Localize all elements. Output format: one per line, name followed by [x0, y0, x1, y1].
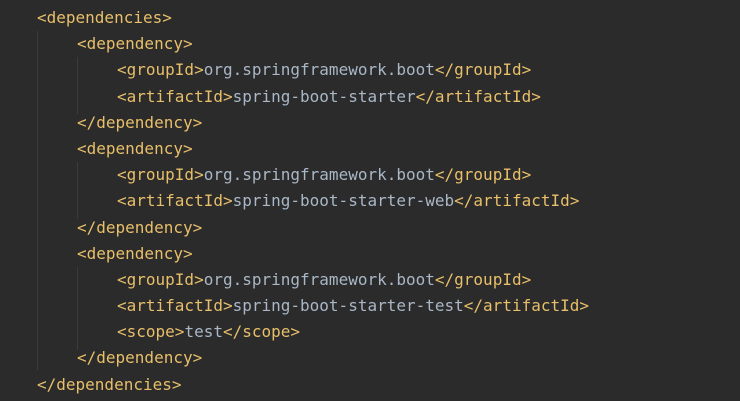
xml-text: spring-boot-starter [232, 86, 416, 106]
code-lines: <dependencies> <dependency> <groupId>org… [0, 5, 589, 398]
code-line-group-id[interactable]: <groupId>org.springframework.boot</group… [0, 57, 589, 83]
xml-text: org.springframework.boot [203, 165, 435, 185]
xml-text: org.springframework.boot [203, 269, 435, 289]
xml-text: test [184, 322, 223, 342]
xml-text: org.springframework.boot [203, 60, 435, 80]
code-line-scope[interactable]: <scope>test</scope> [0, 319, 589, 345]
code-line-dependency-close[interactable]: </dependency> [0, 345, 589, 371]
code-line-group-id[interactable]: <groupId>org.springframework.boot</group… [0, 162, 589, 188]
xml-tag: </dependency> [77, 217, 203, 237]
xml-close-tag: </artifactId> [454, 191, 580, 211]
xml-close-tag: </groupId> [434, 60, 532, 80]
code-line-artifact-id[interactable]: <artifactId>spring-boot-starter-test</ar… [0, 293, 589, 319]
xml-tag: </dependency> [77, 348, 203, 368]
xml-close-tag: </artifactId> [463, 296, 590, 316]
xml-tag: <dependency> [77, 138, 193, 158]
xml-open-tag: <artifactId> [117, 86, 233, 106]
xml-close-tag: </groupId> [434, 165, 532, 185]
xml-open-tag: <artifactId> [117, 191, 233, 211]
code-line-dependency-open[interactable]: <dependency> [0, 136, 589, 162]
xml-open-tag: <groupId> [117, 269, 204, 289]
code-line-artifact-id[interactable]: <artifactId>spring-boot-starter-web</art… [0, 188, 589, 214]
code-line-dependency-open[interactable]: <dependency> [0, 31, 589, 57]
xml-close-tag: </artifactId> [415, 86, 541, 106]
xml-text: spring-boot-starter-web [232, 191, 455, 211]
code-line-dependency-close[interactable]: </dependency> [0, 215, 589, 241]
xml-tag: <dependencies> [37, 8, 172, 27]
xml-tag: </dependency> [77, 112, 203, 132]
xml-close-tag: </groupId> [434, 269, 532, 289]
code-line-group-id[interactable]: <groupId>org.springframework.boot</group… [0, 267, 589, 293]
xml-open-tag: <groupId> [117, 165, 204, 185]
code-line-dependency-close[interactable]: </dependency> [0, 110, 589, 136]
xml-text: spring-boot-starter-test [232, 296, 464, 316]
code-editor[interactable]: <dependencies> <dependency> <groupId>org… [0, 0, 740, 401]
xml-open-tag: <scope> [117, 322, 185, 342]
code-line-artifact-id[interactable]: <artifactId>spring-boot-starter</artifac… [0, 84, 589, 110]
xml-tag: </dependencies> [37, 374, 182, 394]
xml-open-tag: <artifactId> [117, 296, 233, 316]
xml-close-tag: </scope> [222, 322, 301, 342]
code-line-dependency-open[interactable]: <dependency> [0, 241, 589, 267]
code-line-dependencies-close[interactable]: </dependencies> [0, 372, 589, 398]
xml-tag: <dependency> [77, 243, 193, 263]
xml-open-tag: <groupId> [117, 60, 204, 80]
code-line-dependencies-open[interactable]: <dependencies> [0, 5, 589, 31]
xml-tag: <dependency> [77, 34, 193, 54]
